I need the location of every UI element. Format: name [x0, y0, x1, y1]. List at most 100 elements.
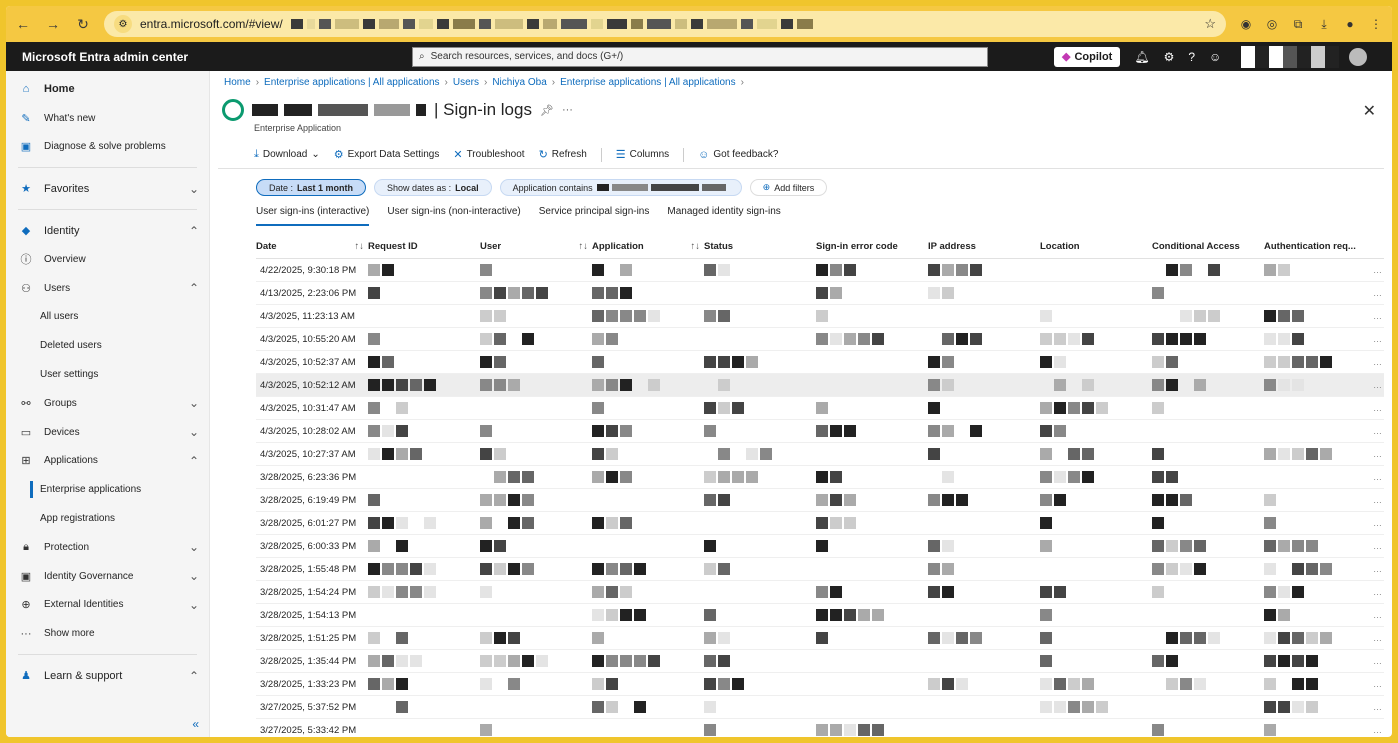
table-row[interactable]: 3/28/2025, 1:55:48 PM…: [256, 558, 1384, 581]
copilot-button[interactable]: ◆ Copilot: [1054, 46, 1121, 67]
table-row[interactable]: 4/22/2025, 9:30:18 PM…: [256, 259, 1384, 282]
star-icon[interactable]: ☆: [1204, 16, 1216, 32]
table-row[interactable]: 4/3/2025, 10:27:37 AM…: [256, 443, 1384, 466]
table-row[interactable]: 3/28/2025, 1:33:23 PM…: [256, 673, 1384, 696]
extension-icon[interactable]: ◎: [1264, 16, 1280, 32]
sort-icon[interactable]: ↑↓: [579, 241, 589, 252]
row-more-icon[interactable]: …: [1373, 449, 1382, 459]
sidebar-item-all-users[interactable]: All users: [6, 303, 209, 332]
sidebar-item-external-identities[interactable]: ⊕ External Identities ⌄: [6, 591, 209, 620]
breadcrumb-enterprise-apps-2[interactable]: Enterprise applications | All applicatio…: [560, 77, 735, 88]
sidebar-item-show-more[interactable]: ··· Show more: [6, 619, 209, 648]
collapse-sidebar-icon[interactable]: «: [192, 717, 199, 731]
sidebar-item-user-settings[interactable]: User settings: [6, 360, 209, 389]
row-more-icon[interactable]: …: [1373, 426, 1382, 436]
table-row[interactable]: 3/27/2025, 5:37:52 PM…: [256, 696, 1384, 719]
row-more-icon[interactable]: …: [1373, 357, 1382, 367]
column-header-request-id[interactable]: Request ID: [368, 241, 480, 252]
application-filter[interactable]: Application contains: [499, 179, 742, 196]
pin-icon[interactable]: 📌︎: [540, 104, 554, 117]
portal-title[interactable]: Microsoft Entra admin center: [22, 50, 412, 64]
column-header-date[interactable]: Date ↑↓: [256, 241, 368, 252]
column-header-ip-address[interactable]: IP address: [928, 241, 1040, 252]
puzzle-icon[interactable]: ⧉: [1290, 16, 1306, 32]
table-row[interactable]: 3/27/2025, 5:33:42 PM…: [256, 719, 1384, 737]
notification-icon[interactable]: 🔔︎: [1134, 50, 1149, 64]
row-more-icon[interactable]: …: [1373, 541, 1382, 551]
row-more-icon[interactable]: …: [1373, 311, 1382, 321]
sidebar-item-identity[interactable]: ◆ Identity ⌃: [6, 216, 209, 245]
profile-icon[interactable]: ●: [1342, 16, 1358, 32]
table-row[interactable]: 4/3/2025, 10:52:37 AM…: [256, 351, 1384, 374]
menu-icon[interactable]: ⋮: [1368, 16, 1384, 32]
sidebar-item-devices[interactable]: ▭ Devices ⌄: [6, 418, 209, 447]
sidebar-item-favorites[interactable]: ★ Favorites ⌄: [6, 174, 209, 203]
search-input[interactable]: ⌕ Search resources, services, and docs (…: [412, 46, 988, 67]
address-bar[interactable]: ⚙ entra.microsoft.com/#view/ ☆: [104, 11, 1226, 37]
row-more-icon[interactable]: …: [1373, 656, 1382, 666]
breadcrumb-users[interactable]: Users: [453, 77, 479, 88]
table-row[interactable]: 3/28/2025, 1:54:13 PM…: [256, 604, 1384, 627]
refresh-button[interactable]: ↻ Refresh: [539, 148, 587, 161]
sidebar-item-learn-support[interactable]: ♟ Learn & support ⌃: [6, 661, 209, 690]
table-row[interactable]: 4/3/2025, 11:23:13 AM…: [256, 305, 1384, 328]
reload-icon[interactable]: ↻: [74, 15, 92, 33]
table-row[interactable]: 3/28/2025, 6:01:27 PM…: [256, 512, 1384, 535]
sidebar-item-protection[interactable]: 🔒︎ Protection ⌄: [6, 533, 209, 562]
back-icon[interactable]: ←: [14, 15, 32, 33]
date-filter[interactable]: Date : Last 1 month: [256, 179, 367, 196]
more-options-icon[interactable]: ···: [562, 104, 573, 116]
table-row[interactable]: 3/28/2025, 1:51:25 PM…: [256, 627, 1384, 650]
column-header-location[interactable]: Location: [1040, 241, 1152, 252]
feedback-icon[interactable]: ☺: [1209, 50, 1221, 64]
column-header-conditional-access[interactable]: Conditional Access: [1152, 241, 1264, 252]
table-row[interactable]: 3/28/2025, 6:19:49 PM…: [256, 489, 1384, 512]
row-more-icon[interactable]: …: [1373, 265, 1382, 275]
download-icon[interactable]: ⤓: [1316, 16, 1332, 32]
breadcrumb-home[interactable]: Home: [224, 77, 251, 88]
sidebar-item-deleted-users[interactable]: Deleted users: [6, 331, 209, 360]
add-filters-button[interactable]: ⊕ Add filters: [749, 179, 828, 196]
forward-icon[interactable]: →: [44, 15, 62, 33]
row-more-icon[interactable]: …: [1373, 679, 1382, 689]
columns-button[interactable]: ☰ Columns: [616, 148, 669, 161]
download-button[interactable]: ⤓ Download ⌄: [254, 148, 320, 161]
feedback-button[interactable]: ☺ Got feedback?: [698, 149, 778, 161]
row-more-icon[interactable]: …: [1373, 587, 1382, 597]
tab-interactive[interactable]: User sign-ins (interactive): [256, 206, 370, 226]
table-row[interactable]: 3/28/2025, 1:35:44 PM…: [256, 650, 1384, 673]
table-row[interactable]: 3/28/2025, 1:54:24 PM…: [256, 581, 1384, 604]
export-settings-button[interactable]: ⚙ Export Data Settings: [334, 148, 440, 161]
row-more-icon[interactable]: …: [1373, 288, 1382, 298]
table-row[interactable]: 4/3/2025, 10:55:20 AM…: [256, 328, 1384, 351]
tab-service-principal[interactable]: Service principal sign-ins: [539, 206, 650, 226]
table-row[interactable]: 3/28/2025, 6:23:36 PM…: [256, 466, 1384, 489]
row-more-icon[interactable]: …: [1373, 334, 1382, 344]
table-row[interactable]: 4/3/2025, 10:52:12 AM…: [256, 374, 1384, 397]
table-row[interactable]: 4/3/2025, 10:28:02 AM…: [256, 420, 1384, 443]
close-icon[interactable]: ✕: [1363, 101, 1376, 121]
troubleshoot-button[interactable]: ✕ Troubleshoot: [453, 148, 524, 161]
sidebar-item-users[interactable]: ⚇ Users ⌃: [6, 274, 209, 303]
tab-non-interactive[interactable]: User sign-ins (non-interactive): [387, 206, 520, 226]
column-header-auth-requirement[interactable]: Authentication req...: [1264, 241, 1372, 252]
row-more-icon[interactable]: …: [1373, 472, 1382, 482]
column-header-user[interactable]: User ↑↓: [480, 241, 592, 252]
breadcrumb-user[interactable]: Nichiya Oba: [492, 77, 546, 88]
help-icon[interactable]: ?: [1188, 50, 1195, 64]
column-header-error-code[interactable]: Sign-in error code: [816, 241, 928, 252]
table-row[interactable]: 3/28/2025, 6:00:33 PM…: [256, 535, 1384, 558]
sidebar-item-identity-governance[interactable]: ▣ Identity Governance ⌄: [6, 562, 209, 591]
row-more-icon[interactable]: …: [1373, 518, 1382, 528]
sort-icon[interactable]: ↑↓: [355, 241, 365, 252]
row-more-icon[interactable]: …: [1373, 725, 1382, 735]
row-more-icon[interactable]: …: [1373, 702, 1382, 712]
sidebar-item-home[interactable]: ⌂ Home: [6, 75, 209, 104]
table-row[interactable]: 4/13/2025, 2:23:06 PM…: [256, 282, 1384, 305]
avatar[interactable]: [1349, 47, 1368, 66]
row-more-icon[interactable]: …: [1373, 403, 1382, 413]
row-more-icon[interactable]: …: [1373, 633, 1382, 643]
timezone-filter[interactable]: Show dates as : Local: [374, 179, 492, 196]
gear-icon[interactable]: ⚙: [1164, 50, 1175, 64]
sidebar-item-app-registrations[interactable]: App registrations: [6, 504, 209, 533]
